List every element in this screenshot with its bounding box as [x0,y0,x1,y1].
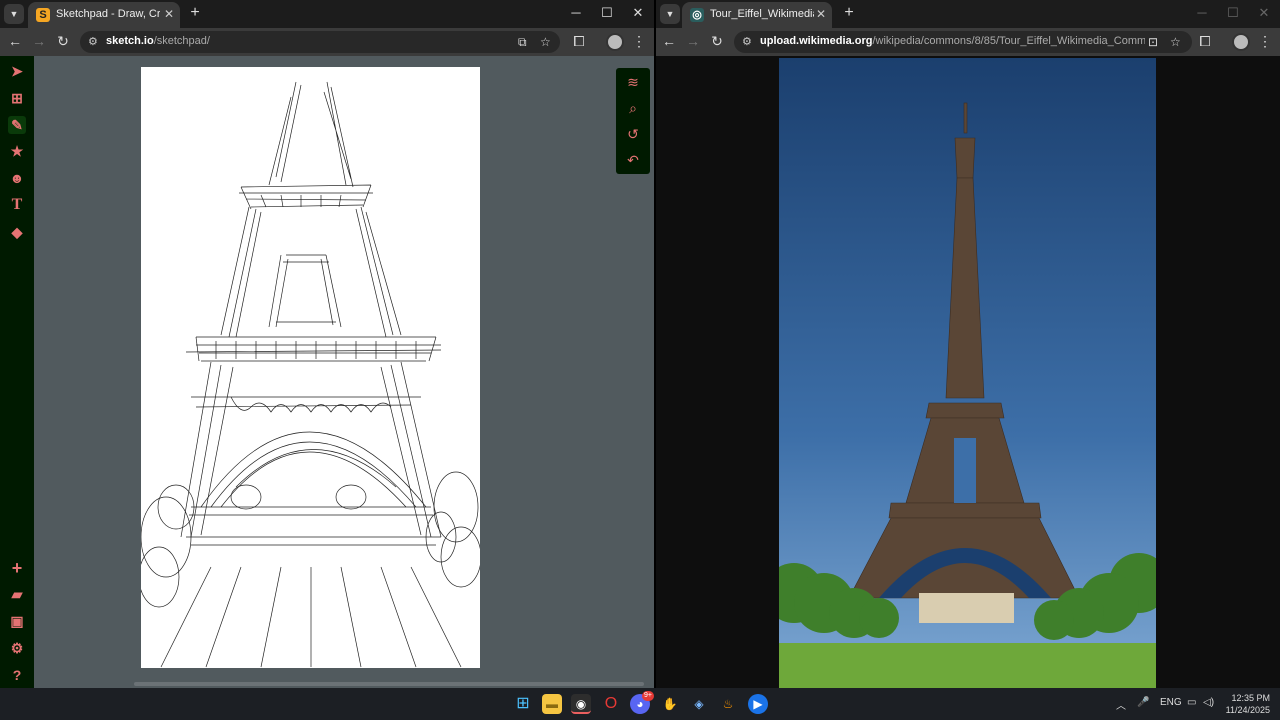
opera-icon[interactable]: O [601,694,621,714]
chrome-icon[interactable]: ◉ [571,694,591,714]
menu-icon[interactable]: ⋮ [630,33,648,50]
app-icon[interactable]: ✋ [660,694,680,714]
crop-icon[interactable]: ⊞ [8,89,26,107]
install-app-icon[interactable]: ⧉ [518,35,527,50]
microphone-icon[interactable]: 🎤 [1137,697,1149,708]
tab-strip: ▼ ◎ Tour_Eiffel_Wikimedia_Commons ✕ + ─ … [656,0,1280,28]
menu-icon[interactable]: ⋮ [1256,33,1274,50]
drawing-canvas[interactable] [138,67,482,668]
site-info-icon[interactable]: ⚙ [88,35,98,48]
text-icon[interactable]: T [8,196,26,214]
tab-strip: ▼ S Sketchpad - Draw, Create, Share! ✕ +… [0,0,654,28]
new-tab-button[interactable]: + [840,4,858,22]
close-tab-icon[interactable]: ✕ [816,7,826,21]
maximize-button[interactable]: ☐ [599,5,615,21]
maximize-button[interactable]: ☐ [1225,5,1241,21]
minimize-button[interactable]: ─ [568,5,584,20]
url-host: sketch.io [106,35,154,47]
folder-icon[interactable]: ▰ [8,585,26,603]
forward-button[interactable]: → [684,33,702,49]
tab-tour-eiffel[interactable]: ◎ Tour_Eiffel_Wikimedia_Commons ✕ [682,2,832,28]
left-toolbar: ➤ ⊞ ✎ ★ ☻ T ◆ + ▰ ▣ ⚙ ? [0,56,34,688]
paint-bucket-icon[interactable]: ◆ [8,223,26,241]
site-info-icon[interactable]: ⚙ [742,35,752,48]
history-icon[interactable]: ↺ [624,125,642,143]
clock-time: 12:35 PM [1231,693,1270,703]
flame-icon[interactable]: ♨ [718,694,738,714]
tab-title: Tour_Eiffel_Wikimedia_Commons [710,8,814,20]
forward-button[interactable]: → [30,33,48,49]
new-tab-button[interactable]: + [186,4,204,22]
extensions-icon[interactable]: ⧠ [570,33,588,50]
tab-search-button[interactable]: ▼ [4,4,24,24]
nav-bar: ← → ↻ ⚙ upload.wikimedia.org/wikipedia/c… [656,28,1280,56]
help-icon[interactable]: ? [8,666,26,684]
select-icon[interactable]: ➤ [8,62,26,80]
file-explorer-icon[interactable]: ▬ [542,694,562,714]
zoom-icon[interactable]: ⌕ [624,99,642,117]
browser-window-wikimedia: ▼ ◎ Tour_Eiffel_Wikimedia_Commons ✕ + ─ … [656,0,1280,688]
image-viewer [656,56,1280,688]
discord-icon[interactable]: ◕ 9+ [630,691,654,714]
back-button[interactable]: ← [660,33,678,49]
clock[interactable]: 12:35 PM 11/24/2025 [1220,692,1270,716]
brush-icon[interactable]: ✎ [8,116,26,134]
settings-icon[interactable]: ⚙ [8,639,26,657]
profile-avatar[interactable] [606,33,624,51]
url-host: upload.wikimedia.org [760,35,873,47]
address-bar[interactable]: ⚙ upload.wikimedia.org/wikipedia/commons… [734,31,1192,53]
volume-icon[interactable]: ◁) [1203,697,1214,708]
profile-avatar[interactable] [1232,33,1250,51]
url-path: /wikipedia/commons/8/85/Tour_Eiffel_Wiki… [872,35,1145,47]
url-path: /sketchpad/ [153,35,210,47]
close-window-button[interactable]: ✕ [630,5,646,21]
clock-date: 11/24/2025 [1225,705,1270,715]
right-toolbar: ≋ ⌕ ↺ ↶ [616,68,650,174]
windows-start-icon[interactable]: ⊞ [513,694,533,714]
add-icon[interactable]: + [8,559,26,577]
sketchpad-favicon-icon: S [36,8,50,22]
language-indicator[interactable]: ENG [1160,697,1182,708]
back-button[interactable]: ← [6,33,24,49]
wikimedia-favicon-icon: ◎ [690,8,704,22]
discord-badge: 9+ [642,691,654,701]
undo-icon[interactable]: ↶ [624,151,642,169]
bookmark-star-icon[interactable]: ☆ [540,35,551,49]
address-bar[interactable]: ⚙ sketch.io/sketchpad/ ⧉ ☆ [80,31,560,53]
tab-search-button[interactable]: ▼ [660,4,680,24]
vscode-like-icon[interactable]: ◈ [689,694,709,714]
star-icon[interactable]: ★ [8,142,26,160]
canvas-area[interactable]: ≋ ⌕ ↺ ↶ [34,56,654,688]
layers-icon[interactable]: ≋ [624,73,642,91]
reload-button[interactable]: ↻ [54,33,72,50]
close-tab-icon[interactable]: ✕ [164,7,174,21]
eiffel-tower-image [779,58,1156,688]
nav-bar: ← → ↻ ⚙ sketch.io/sketchpad/ ⧉ ☆ ⧠ ⋮ [0,28,654,56]
windows-taskbar: ⊞ ▬ ◉ O ◕ 9+ ✋ ◈ ♨ ▶ ︿ 🎤 ENG ▭ ◁) 12:35 P… [0,688,1280,720]
horizontal-scrollbar[interactable] [134,682,644,686]
minimize-button[interactable]: ─ [1194,5,1210,20]
browser-window-sketchpad: ▼ S Sketchpad - Draw, Create, Share! ✕ +… [0,0,654,688]
network-icon[interactable]: ▭ [1187,697,1196,708]
eiffel-sketch [138,81,482,668]
eiffel-tower-photo[interactable] [779,58,1156,688]
tab-title: Sketchpad - Draw, Create, Share! [56,8,160,20]
close-window-button[interactable]: ✕ [1256,5,1272,21]
reload-button[interactable]: ↻ [708,33,726,50]
save-icon[interactable]: ▣ [8,612,26,630]
edge-like-icon[interactable]: ▶ [748,694,768,714]
bookmark-star-icon[interactable]: ☆ [1170,35,1181,49]
emoji-icon[interactable]: ☻ [8,169,26,187]
tray-chevron-icon[interactable]: ︿ [1116,697,1126,712]
tab-sketchpad[interactable]: S Sketchpad - Draw, Create, Share! ✕ [28,2,180,28]
extensions-icon[interactable]: ⧠ [1196,33,1214,50]
google-lens-icon[interactable]: ⊡ [1148,35,1158,49]
